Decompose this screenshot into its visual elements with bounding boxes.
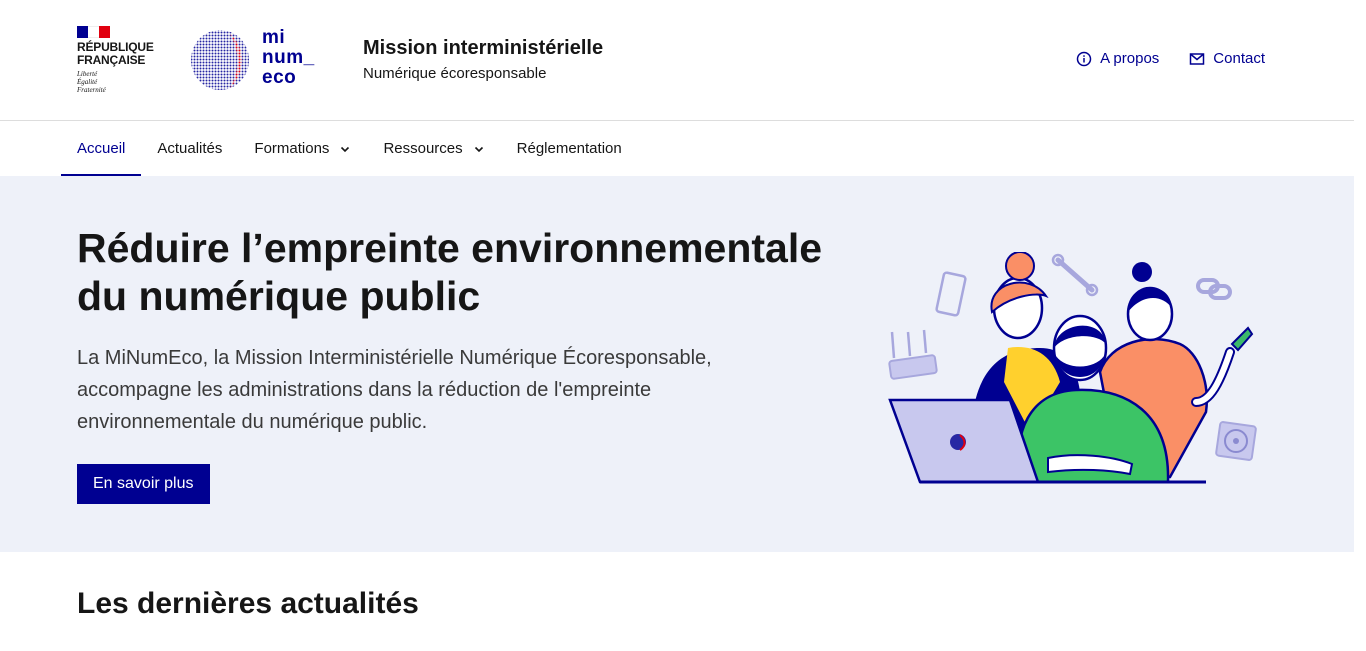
latest-news-title: Les dernières actualités <box>77 587 419 620</box>
service-block: Mission interministérielle Numérique éco… <box>363 36 603 84</box>
learn-more-button[interactable]: En savoir plus <box>77 464 210 504</box>
chevron-down-icon <box>474 146 483 152</box>
nav-item-label: Actualités <box>157 140 223 157</box>
hero-title: Réduire l’empreinte environnementale du … <box>77 225 823 319</box>
contact-link[interactable]: Contact <box>1189 50 1265 67</box>
nav-item-reglementation[interactable]: Réglementation <box>501 121 638 176</box>
about-link-label: A propos <box>1100 50 1160 67</box>
nav-item-label: Ressources <box>383 140 463 157</box>
main-navigation: Accueil Actualités Formations Ressources… <box>0 121 1354 176</box>
nav-item-accueil[interactable]: Accueil <box>61 121 142 176</box>
hero-section: Réduire l’empreinte environnementale du … <box>0 176 1354 552</box>
nav-item-ressources[interactable]: Ressources <box>367 121 500 176</box>
nav-item-label: Formations <box>254 140 330 157</box>
fan-icon <box>1215 421 1257 461</box>
site-header: RÉPUBLIQUE FRANÇAISE Liberté Égalité Fra… <box>0 0 1354 121</box>
minumeco-logo[interactable]: mi num_ eco <box>190 28 330 92</box>
wrench-icon <box>1055 257 1095 293</box>
chevron-down-icon <box>341 146 350 152</box>
service-tagline: Numérique écoresponsable <box>363 65 547 82</box>
phone-icon <box>935 271 967 317</box>
service-title: Mission interministérielle <box>363 37 604 59</box>
nav-item-actualites[interactable]: Actualités <box>141 121 238 176</box>
hero-description: La MiNumEco, la Mission Interministériel… <box>77 347 712 433</box>
page: RÉPUBLIQUE FRANÇAISE Liberté Égalité Fra… <box>0 0 1354 651</box>
contact-link-label: Contact <box>1213 50 1265 67</box>
republique-francaise-logo[interactable]: RÉPUBLIQUE FRANÇAISE Liberté Égalité Fra… <box>77 26 177 94</box>
nav-item-label: Réglementation <box>516 140 622 157</box>
mail-icon <box>1190 52 1205 65</box>
info-icon <box>1076 51 1092 66</box>
nav-item-formations[interactable]: Formations <box>238 121 367 176</box>
router-icon <box>888 329 938 380</box>
republic-motto: Liberté Égalité Fraternité <box>77 70 106 94</box>
french-flag-icon <box>77 26 110 38</box>
about-link[interactable]: A propos <box>1076 50 1159 67</box>
republic-name: RÉPUBLIQUE FRANÇAISE <box>77 40 154 67</box>
minumeco-wordmark: mi num_ eco <box>262 27 315 88</box>
link-icon <box>1196 278 1232 300</box>
scrollbar-track[interactable] <box>1354 0 1366 651</box>
nav-item-label: Accueil <box>77 140 126 157</box>
team-illustration <box>888 252 1257 484</box>
minumeco-globe-icon <box>191 30 249 90</box>
header-tools: A propos Contact <box>1076 50 1265 67</box>
